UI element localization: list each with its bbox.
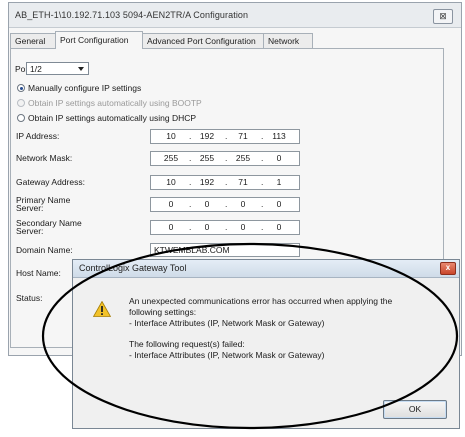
tab-port-configuration[interactable]: Port Configuration bbox=[55, 31, 143, 49]
primary-dns-octet-3: 0 bbox=[240, 199, 246, 209]
mask-octet-2: 255 bbox=[199, 153, 215, 163]
dhcp-radio[interactable] bbox=[17, 114, 25, 122]
warning-icon bbox=[93, 301, 111, 317]
domain-name-field[interactable]: KTWEMBLAB.COM bbox=[150, 243, 300, 257]
tab-network[interactable]: Network bbox=[263, 33, 313, 49]
manual-ip-label: Manually configure IP settings bbox=[28, 83, 142, 93]
window-close-button[interactable]: ⊠ bbox=[433, 9, 453, 24]
secondary-dns-octet-1: 0 bbox=[168, 222, 174, 232]
primary-dns-octet-1: 0 bbox=[168, 199, 174, 209]
dialog-message-line-3: - Interface Attributes (IP, Network Mask… bbox=[129, 318, 325, 328]
ip-address-field[interactable]: 10 . 192 . 71 . 113 bbox=[150, 129, 300, 144]
tab-advanced-port-configuration[interactable]: Advanced Port Configuration bbox=[142, 33, 265, 49]
gateway-octet-1: 10 bbox=[166, 177, 176, 187]
secondary-dns-octet-4: 0 bbox=[276, 222, 282, 232]
gateway-octet-3: 71 bbox=[238, 177, 248, 187]
ok-button[interactable]: OK bbox=[383, 400, 447, 419]
secondary-dns-octet-3: 0 bbox=[240, 222, 246, 232]
host-name-label: Host Name: bbox=[16, 268, 61, 278]
dialog-message-line-2: following settings: bbox=[129, 307, 197, 317]
ip-octet-1: 10 bbox=[166, 131, 176, 141]
dialog-message-line-5: - Interface Attributes (IP, Network Mask… bbox=[129, 350, 325, 360]
port-select-value: 1/2 bbox=[30, 64, 42, 74]
ip-octet-4: 113 bbox=[272, 131, 286, 141]
ip-octet-3: 71 bbox=[238, 131, 248, 141]
secondary-dns-field[interactable]: 0 . 0 . 0 . 0 bbox=[150, 220, 300, 235]
network-mask-field[interactable]: 255 . 255 . 255 . 0 bbox=[150, 151, 300, 166]
bootp-radio[interactable] bbox=[17, 99, 25, 107]
mask-octet-4: 0 bbox=[276, 153, 282, 163]
dialog-title: ControlLogix Gateway Tool bbox=[79, 263, 187, 273]
mask-octet-1: 255 bbox=[163, 153, 179, 163]
primary-dns-field[interactable]: 0 . 0 . 0 . 0 bbox=[150, 197, 300, 212]
window-title-bar[interactable]: AB_ETH-1\10.192.71.103 5094-AEN2TR/A Con… bbox=[9, 3, 461, 28]
primary-dns-octet-4: 0 bbox=[276, 199, 282, 209]
dialog-message-line-1: An unexpected communications error has o… bbox=[129, 296, 393, 306]
dialog-close-button[interactable]: x bbox=[440, 262, 456, 275]
ip-octet-2: 192 bbox=[199, 131, 215, 141]
gateway-address-field[interactable]: 10 . 192 . 71 . 1 bbox=[150, 175, 300, 190]
dialog-title-bar[interactable]: ControlLogix Gateway Tool x bbox=[73, 260, 459, 278]
gateway-octet-4: 1 bbox=[276, 177, 282, 187]
window-title: AB_ETH-1\10.192.71.103 5094-AEN2TR/A Con… bbox=[15, 10, 249, 20]
domain-name-label: Domain Name: bbox=[16, 245, 73, 255]
error-dialog: ControlLogix Gateway Tool x An unexpecte… bbox=[72, 259, 460, 429]
mask-octet-3: 255 bbox=[235, 153, 251, 163]
gateway-octet-2: 192 bbox=[199, 177, 215, 187]
bootp-label: Obtain IP settings automatically using B… bbox=[28, 98, 202, 108]
network-mask-label: Network Mask: bbox=[16, 153, 73, 163]
primary-dns-octet-2: 0 bbox=[204, 199, 210, 209]
ip-address-label: IP Address: bbox=[16, 131, 60, 141]
dialog-message-line-4: The following request(s) failed: bbox=[129, 339, 245, 349]
manual-ip-radio[interactable] bbox=[17, 84, 25, 92]
port-select[interactable]: 1/2 bbox=[26, 62, 89, 75]
chevron-down-icon bbox=[78, 67, 84, 71]
tab-general[interactable]: General bbox=[10, 33, 56, 49]
gateway-address-label: Gateway Address: bbox=[16, 177, 85, 187]
secondary-dns-label: Secondary Name Server: bbox=[16, 218, 82, 236]
status-label: Status: bbox=[16, 293, 43, 303]
secondary-dns-octet-2: 0 bbox=[204, 222, 210, 232]
primary-dns-label: Primary Name Server: bbox=[16, 195, 71, 213]
dhcp-label: Obtain IP settings automatically using D… bbox=[28, 113, 197, 123]
